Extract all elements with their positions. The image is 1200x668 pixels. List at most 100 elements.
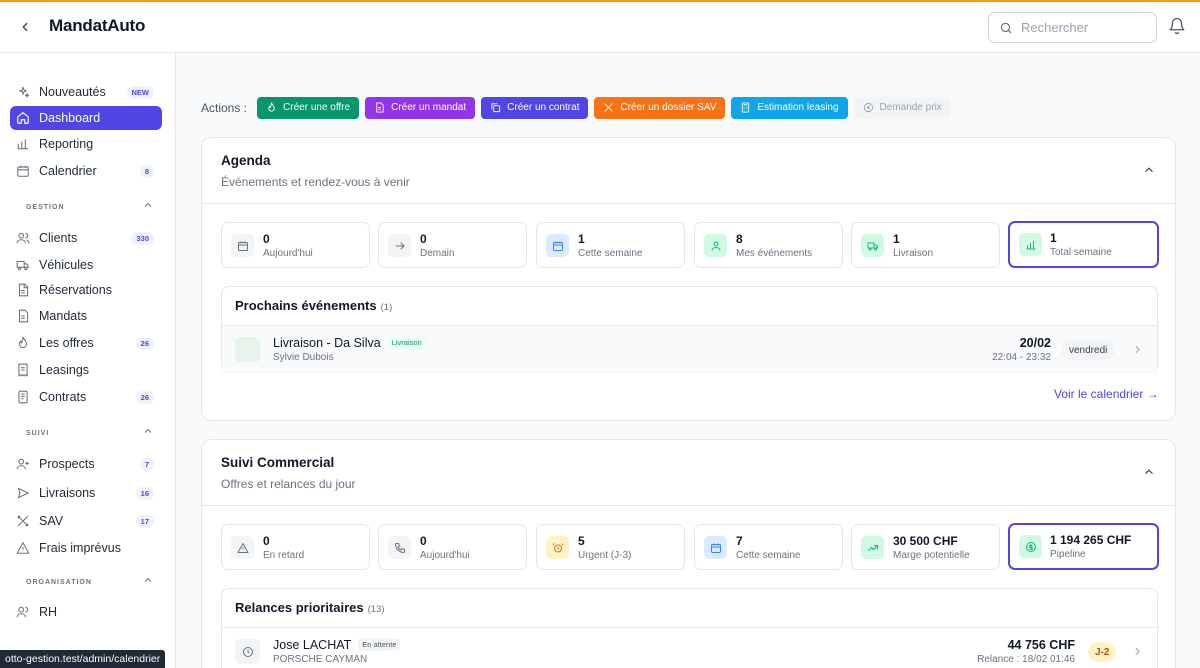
stat-label: Cette semaine: [736, 550, 801, 561]
chevron-right-icon: [1135, 345, 1140, 354]
agenda-title: Agenda: [221, 153, 271, 168]
chevron-up-icon[interactable]: [1142, 163, 1156, 177]
sidebar-item-leasings[interactable]: Leasings: [10, 358, 162, 382]
chevron-up-icon[interactable]: [1142, 465, 1156, 479]
stat-today-calls[interactable]: 0 Aujourd'hui: [378, 524, 527, 570]
bar-chart-icon: [1019, 233, 1042, 256]
truck-icon: [861, 234, 884, 257]
copy-icon: [491, 103, 501, 113]
sidebar-item-frais-imprevus[interactable]: Frais imprévus: [10, 536, 162, 560]
notifications-button[interactable]: [1168, 17, 1190, 39]
sidebar-item-nouveautes[interactable]: Nouveautés NEW: [10, 80, 162, 104]
stat-potential-margin[interactable]: 30 500 CHF Marge potentielle: [851, 524, 1000, 570]
sidebar-item-label: Prospects: [39, 457, 95, 471]
priority-followups-title: Relances prioritaires (13): [235, 600, 385, 615]
section-gestion: GESTION: [26, 204, 65, 211]
chevron-up-icon[interactable]: [142, 199, 154, 211]
create-mandate-button[interactable]: Créer un mandat: [365, 96, 476, 119]
sidebar-item-livraisons[interactable]: Livraisons 16: [10, 481, 162, 505]
trending-up-icon: [861, 536, 884, 559]
create-sav-button[interactable]: Créer un dossier SAV: [594, 96, 726, 119]
stat-this-week[interactable]: 7 Cette semaine: [694, 524, 843, 570]
alert-triangle-icon: [16, 542, 30, 554]
search-box[interactable]: [988, 12, 1157, 43]
sidebar-item-vehicules[interactable]: Véhicules: [10, 253, 162, 277]
event-row[interactable]: Livraison - Da Silva Livraison Sylvie Dub…: [222, 326, 1157, 374]
followup-amount: 44 756 CHF: [1007, 638, 1075, 652]
sidebar-item-label: Clients: [39, 231, 78, 245]
count-badge: 16: [135, 486, 154, 500]
sidebar-item-label: Véhicules: [39, 258, 94, 272]
event-person: Sylvie Dubois: [273, 352, 334, 363]
search-icon: [1000, 22, 1012, 33]
sidebar-item-rh[interactable]: RH: [10, 600, 162, 624]
followup-name-line: Jose LACHAT En attente: [273, 638, 401, 652]
event-date: 20/02: [1019, 336, 1051, 350]
leasing-estimate-button[interactable]: Estimation leasing: [731, 96, 848, 119]
count-badge: 26: [135, 336, 154, 350]
client-name: Jose LACHAT: [273, 638, 352, 652]
stat-value: 0: [420, 232, 427, 246]
followup-date: Relance : 18/02 01:46: [977, 654, 1075, 665]
sidebar-item-label: Les offres: [39, 336, 94, 350]
sidebar-item-label: Calendrier: [39, 164, 97, 178]
stat-delivery[interactable]: 1 Livraison: [851, 222, 1000, 268]
sales-tracking-card: Suivi Commercial Offres et relances du j…: [201, 439, 1176, 668]
event-title: Livraison - Da Silva: [273, 336, 381, 350]
file-icon: [18, 283, 29, 297]
document-icon: [18, 390, 28, 404]
sidebar-item-clients[interactable]: Clients 330: [10, 226, 162, 250]
sidebar-item-contrats[interactable]: Contrats 26: [10, 385, 162, 409]
view-calendar-link[interactable]: Voir le calendrier →: [1054, 387, 1159, 401]
button-label: Créer un mandat: [391, 102, 467, 113]
price-request-button[interactable]: Demande prix: [853, 96, 951, 119]
sidebar-item-prospects[interactable]: Prospects 7: [10, 452, 162, 476]
stat-urgent[interactable]: 5 Urgent (J-3): [536, 524, 685, 570]
bar-chart-icon: [17, 139, 29, 150]
stat-label: Aujourd'hui: [263, 248, 313, 259]
chevron-up-icon[interactable]: [142, 574, 154, 586]
sidebar-item-sav[interactable]: SAV 17: [10, 509, 162, 533]
button-label: Créer un dossier SAV: [620, 102, 717, 113]
phone-icon: [388, 536, 411, 559]
agenda-card: Agenda Événements et rendez-vous à venir…: [201, 137, 1176, 421]
sidebar-item-reporting[interactable]: Reporting: [10, 132, 162, 156]
section-suivi: SUIVI: [26, 430, 50, 437]
stat-today[interactable]: 0 Aujourd'hui: [221, 222, 370, 268]
stat-this-week[interactable]: 1 Cette semaine: [536, 222, 685, 268]
chevron-up-icon[interactable]: [142, 425, 154, 437]
stat-value: 0: [263, 232, 270, 246]
create-contract-button[interactable]: Créer un contrat: [481, 96, 589, 119]
calendar-icon: [704, 536, 727, 559]
stat-value: 7: [736, 534, 743, 548]
stat-overdue[interactable]: 0 En retard: [221, 524, 370, 570]
users-icon: [16, 606, 29, 618]
event-count: (1): [380, 302, 393, 313]
sidebar-item-reservations[interactable]: Réservations: [10, 278, 162, 302]
stat-tomorrow[interactable]: 0 Demain: [378, 222, 527, 268]
stat-pipeline[interactable]: 1 194 265 CHF Pipeline: [1008, 523, 1159, 570]
panel-title-text: Prochains événements: [235, 298, 377, 313]
calendar-icon: [231, 234, 254, 257]
file-text-icon: [376, 102, 384, 113]
search-input[interactable]: [1021, 20, 1151, 35]
stat-my-events[interactable]: 8 Mes événements: [694, 222, 843, 268]
event-type-tag: Livraison: [387, 336, 426, 349]
actions-bar: Actions : Créer une offre Créer un manda…: [201, 96, 957, 119]
stat-week-total[interactable]: 1 Total semaine: [1008, 221, 1159, 268]
sidebar-item-mandats[interactable]: Mandats: [10, 304, 162, 328]
sidebar-item-label: Dashboard: [39, 111, 101, 125]
followup-row[interactable]: Jose LACHAT En attente PORSCHE CAYMAN 44 …: [222, 628, 1157, 668]
flame-icon: [18, 336, 28, 349]
sidebar-item-calendrier[interactable]: Calendrier 8: [10, 159, 162, 183]
due-badge: J-2: [1088, 642, 1117, 662]
sidebar-item-dashboard[interactable]: Dashboard: [10, 106, 162, 130]
sidebar-item-label: Frais imprévus: [39, 541, 121, 555]
receipt-icon: [18, 363, 28, 377]
create-offer-button[interactable]: Créer une offre: [257, 96, 360, 119]
bell-icon: [1169, 17, 1185, 35]
button-label: Créer un contrat: [507, 102, 580, 113]
sidebar-item-les-offres[interactable]: Les offres 26: [10, 331, 162, 355]
back-button[interactable]: [14, 16, 36, 38]
stat-value: 30 500 CHF: [893, 534, 958, 548]
